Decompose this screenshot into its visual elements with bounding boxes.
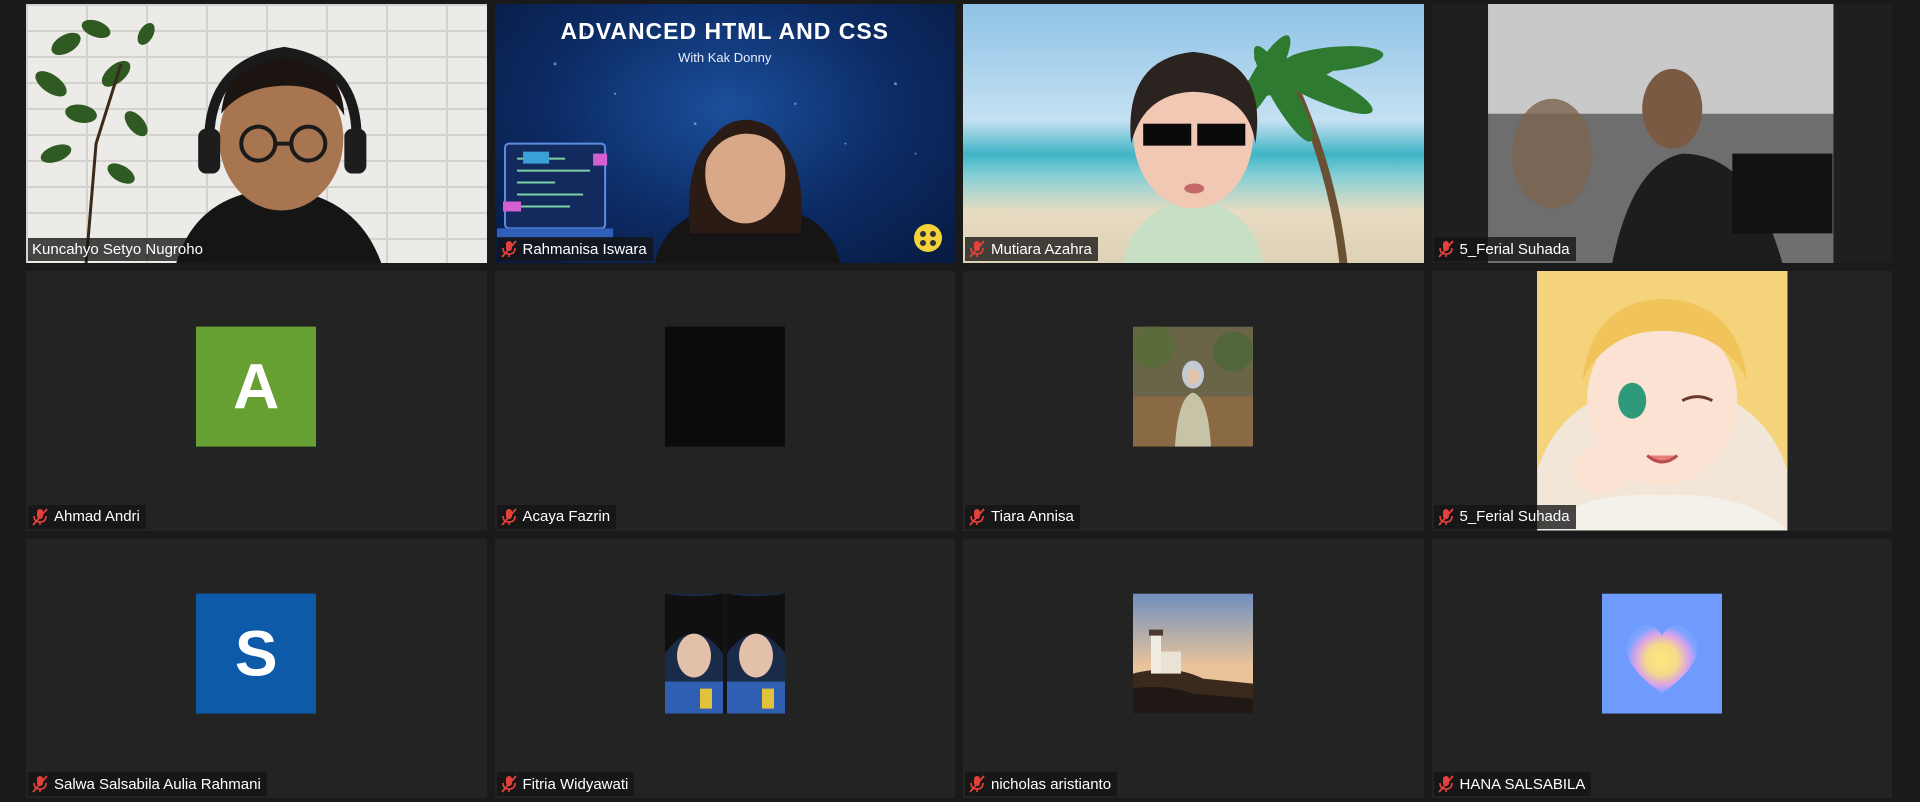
participant-tile[interactable]: A Ahmad Andri (26, 271, 487, 531)
participant-name-tag: nicholas aristianto (965, 772, 1118, 796)
slide-subtitle: With Kak Donny (678, 50, 772, 65)
participant-name: Tiara Annisa (991, 508, 1074, 526)
mic-off-icon (500, 775, 517, 793)
participant-tile[interactable]: HANA SALSABILA (1431, 538, 1892, 798)
participant-name-tag: Rahmanisa Iswara (496, 237, 653, 262)
participant-tile[interactable]: nicholas aristianto (963, 538, 1424, 798)
participant-name: Salwa Salsabila Aulia Rahmani (54, 775, 261, 793)
participant-name-tag: HANA SALSABILA (1433, 772, 1592, 796)
participant-video: ADVANCED HTML AND CSS With Kak Donny (494, 4, 955, 264)
participant-name: Acaya Fazrin (522, 508, 611, 526)
participant-name-tag: Acaya Fazrin (496, 504, 617, 529)
mic-off-icon (500, 240, 517, 258)
mic-off-icon (500, 508, 517, 526)
kampus-merdeka-logo (913, 223, 943, 253)
mic-off-icon (1437, 508, 1454, 526)
participant-name-tag: Mutiara Azahra (965, 237, 1098, 262)
avatar (664, 326, 785, 447)
participant-name-tag: Tiara Annisa (965, 504, 1080, 529)
mic-off-icon (969, 240, 985, 258)
participant-video (1432, 4, 1893, 264)
participant-tile[interactable]: Acaya Fazrin (494, 271, 955, 531)
participant-name-tag: 5_Ferial Suhada (1433, 237, 1576, 262)
avatar (1133, 593, 1254, 714)
participant-name: Rahmanisa Iswara (522, 240, 647, 258)
participant-video (26, 4, 487, 264)
slide-title: ADVANCED HTML AND CSS (560, 18, 890, 44)
participant-tile[interactable]: 5_Ferial Suhada (1431, 271, 1893, 531)
participant-video-frame (1487, 4, 1833, 264)
participant-name: Fitria Widyawati (522, 775, 629, 793)
participant-name: Kuncahyo Setyo Nugroho (32, 241, 203, 259)
participant-tile[interactable]: 5_Ferial Suhada (1431, 4, 1893, 264)
avatar-initial: A (233, 350, 280, 423)
participant-name-tag: Kuncahyo Setyo Nugroho (28, 238, 209, 262)
avatar: A (196, 326, 317, 447)
avatar (1133, 326, 1254, 447)
avatar (664, 593, 785, 714)
avatar-video-frame (1123, 35, 1384, 264)
mic-off-icon (969, 508, 985, 526)
participant-name-tag: 5_Ferial Suhada (1433, 504, 1576, 529)
presenter-video-frame (35, 19, 382, 264)
anime-video-frame (1536, 271, 1787, 531)
avatar (1601, 593, 1722, 714)
participant-tile[interactable]: ADVANCED HTML AND CSS With Kak Donny Rah… (494, 4, 955, 264)
participant-tile[interactable]: Mutiara Azahra (963, 4, 1424, 264)
mic-off-icon (1437, 775, 1454, 793)
avatar-photo (1133, 593, 1254, 714)
participant-name: nicholas aristianto (991, 775, 1112, 793)
mic-off-icon (32, 775, 48, 793)
mic-off-icon (1437, 240, 1454, 258)
participant-tile[interactable]: Kuncahyo Setyo Nugroho (26, 4, 487, 264)
participant-name-tag: Ahmad Andri (28, 504, 146, 529)
mic-off-icon (969, 775, 985, 793)
avatar: S (196, 593, 317, 714)
logo-icon (914, 224, 942, 253)
participant-name: HANA SALSABILA (1459, 775, 1586, 793)
participant-video (1432, 271, 1893, 531)
participant-tile[interactable]: Tiara Annisa (963, 271, 1424, 531)
participant-name-tag: Salwa Salsabila Aulia Rahmani (28, 772, 267, 796)
participant-name: 5_Ferial Suhada (1459, 508, 1570, 526)
participant-name: 5_Ferial Suhada (1459, 240, 1570, 258)
avatar-photo (664, 593, 785, 714)
video-gallery: Kuncahyo Setyo Nugroho ADVANCED HTML AND… (26, 4, 1892, 798)
participant-name: Mutiara Azahra (991, 240, 1092, 258)
participant-video (963, 4, 1424, 264)
avatar-photo (1133, 326, 1254, 447)
participant-name: Ahmad Andri (54, 508, 140, 526)
heart-avatar (1601, 593, 1722, 714)
participant-name-tag: Fitria Widyawati (496, 772, 635, 796)
avatar-initial: S (234, 617, 278, 690)
participant-tile[interactable]: Fitria Widyawati (494, 538, 955, 798)
participant-tile[interactable]: S Salwa Salsabila Aulia Rahmani (26, 538, 487, 798)
mic-off-icon (32, 508, 48, 526)
